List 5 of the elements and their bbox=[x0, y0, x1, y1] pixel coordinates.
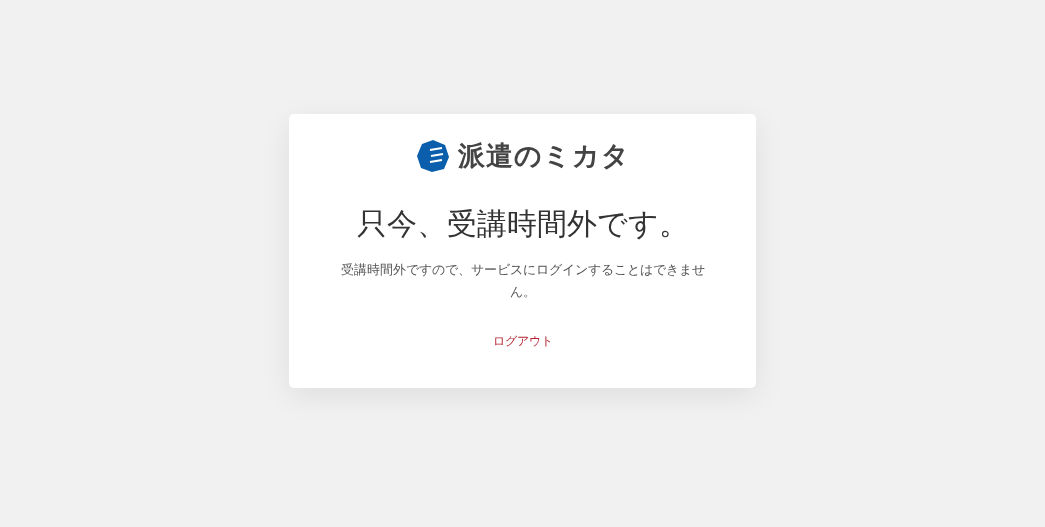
heading: 只今、受講時間外です。 bbox=[356, 205, 689, 243]
message: 受講時間外ですので、サービスにログインすることはできません。 bbox=[339, 261, 706, 301]
logo-icon bbox=[415, 139, 450, 173]
logout-link[interactable]: ログアウト bbox=[492, 333, 553, 350]
logo-text: 派遣のミカタ bbox=[457, 139, 630, 173]
